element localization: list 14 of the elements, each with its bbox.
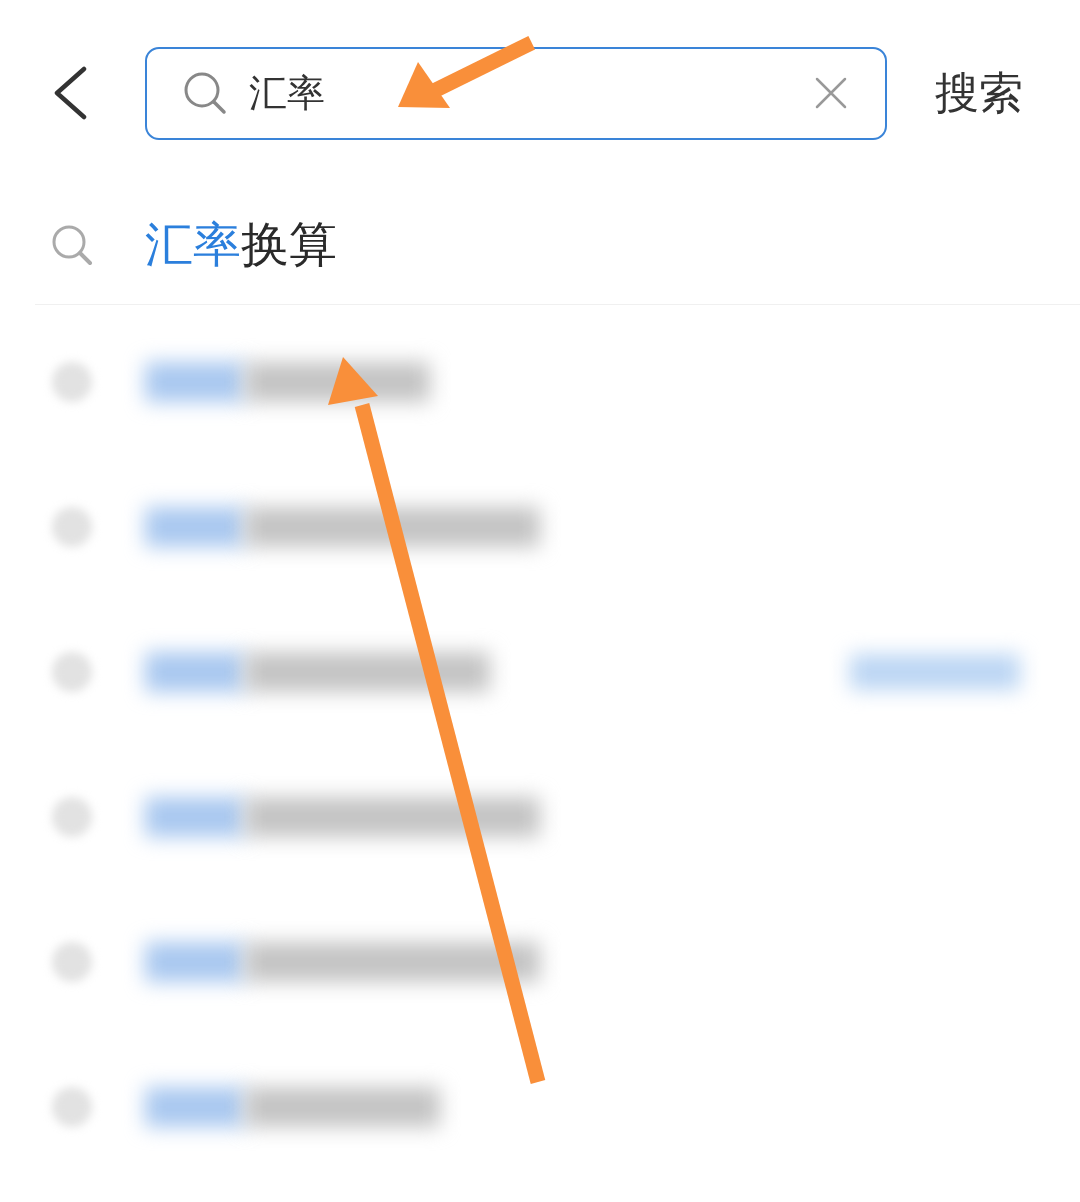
blurred-icon [52, 506, 92, 547]
clear-icon[interactable] [815, 77, 847, 109]
search-icon [51, 224, 93, 266]
back-icon[interactable] [52, 66, 88, 120]
search-query: 汇率 [249, 69, 325, 117]
blurred-icon [52, 361, 92, 402]
blurred-icon [52, 941, 92, 982]
search-icon [183, 71, 227, 115]
blurred-icon [52, 651, 92, 692]
search-field[interactable]: 汇率 [145, 46, 887, 140]
blurred-icon [52, 1086, 92, 1127]
search-button[interactable]: 搜索 [935, 63, 1023, 123]
blurred-icon [52, 796, 92, 837]
suggestion-text[interactable]: 汇率换算 [145, 213, 337, 277]
